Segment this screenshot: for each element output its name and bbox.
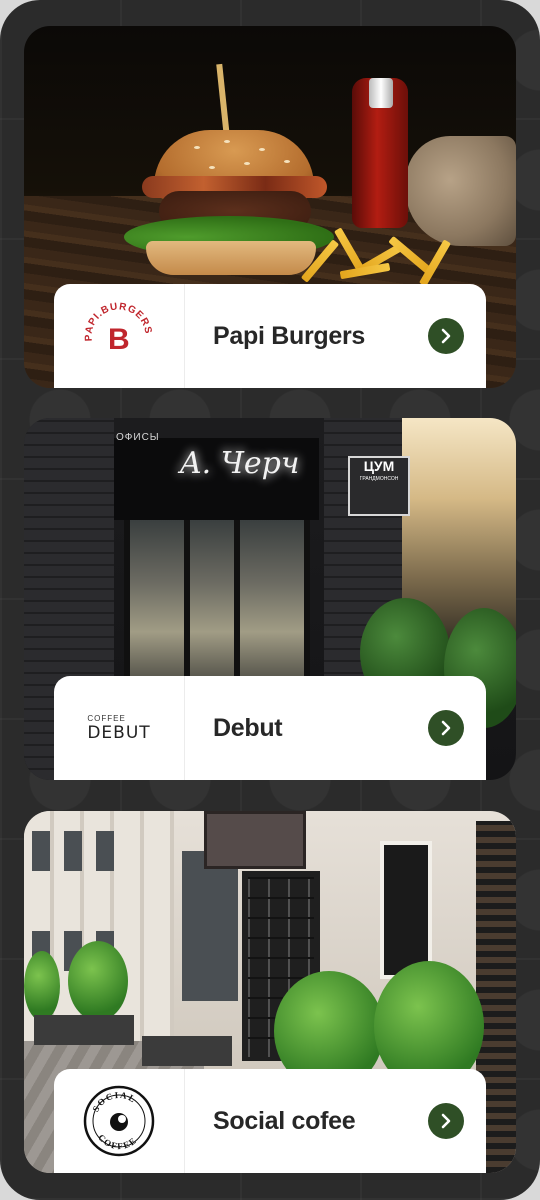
place-card-papi-burgers[interactable]: PAPI.BURGERS B Papi Burgers <box>24 26 516 388</box>
place-info-bar[interactable]: COFFEE DEBUT Debut <box>54 676 486 780</box>
building-script-sign: A. Черч <box>180 446 300 481</box>
papi-burgers-logo: PAPI.BURGERS B <box>54 284 185 388</box>
open-place-button[interactable] <box>428 710 464 746</box>
svg-text:B: B <box>108 323 130 356</box>
debut-logo: COFFEE DEBUT <box>54 676 185 780</box>
place-card-debut[interactable]: ОФИСЫ A. Черч ЦУМ ГРАНДМОНСОН COFFEE DEB… <box>24 418 516 780</box>
social-coffee-logo: SOCIAL COFFEE <box>54 1069 185 1173</box>
place-name: Papi Burgers <box>213 321 366 350</box>
chevron-right-icon <box>441 720 451 736</box>
place-info-bar[interactable]: SOCIAL COFFEE Social cofee <box>54 1069 486 1173</box>
chevron-right-icon <box>441 1113 451 1129</box>
building-sign-small: ОФИСЫ <box>116 432 160 443</box>
place-info-bar[interactable]: PAPI.BURGERS B Papi Burgers <box>54 284 486 388</box>
open-place-button[interactable] <box>428 318 464 354</box>
chevron-right-icon <box>441 328 451 344</box>
store-sign: ЦУМ ГРАНДМОНСОН <box>348 456 410 516</box>
place-card-social-cofee[interactable]: SOCIAL COFFEE Social cofee <box>24 811 516 1173</box>
place-name: Debut <box>213 713 283 742</box>
place-name: Social cofee <box>213 1106 356 1135</box>
open-place-button[interactable] <box>428 1103 464 1139</box>
app-screen: PAPI.BURGERS B Papi Burgers ОФИСЫ A. Чер… <box>0 0 540 1200</box>
